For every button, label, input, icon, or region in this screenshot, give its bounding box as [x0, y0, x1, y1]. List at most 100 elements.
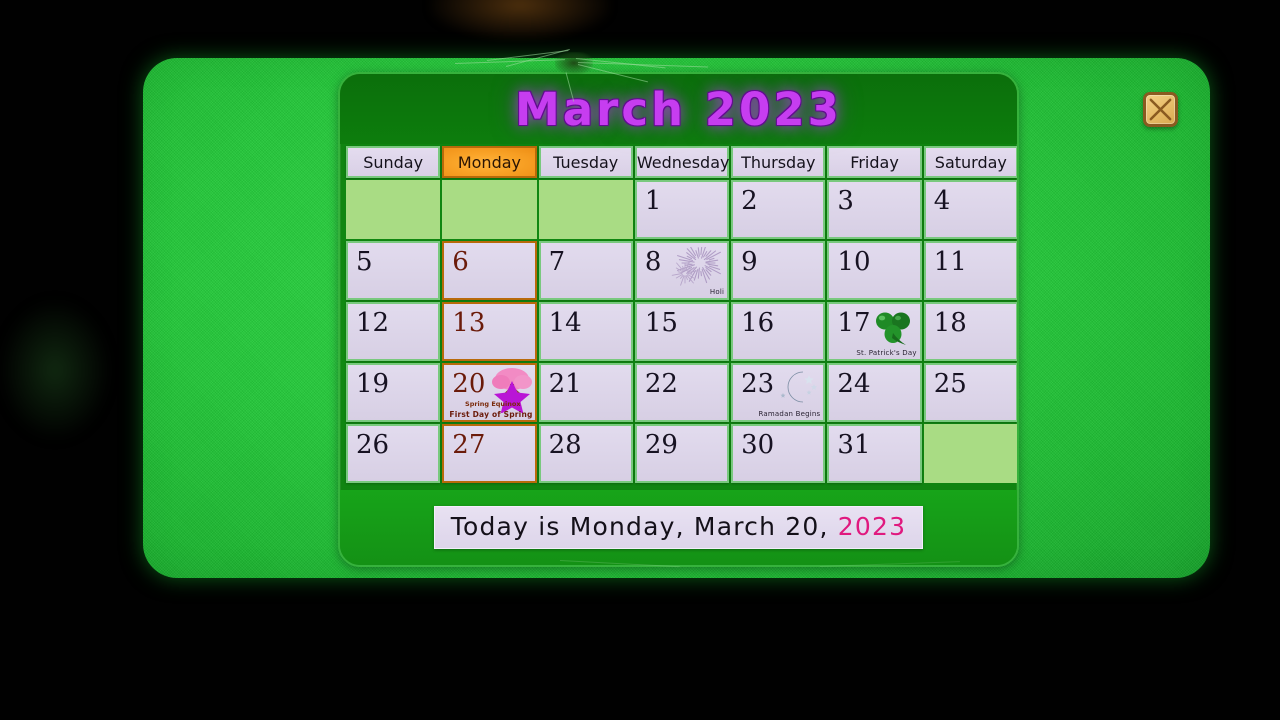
calendar-day-cell-16[interactable]: 16	[731, 302, 826, 361]
close-button[interactable]	[1143, 92, 1178, 127]
day-number: 20	[452, 369, 486, 399]
day-number: 19	[356, 369, 390, 399]
holiday-label: Ramadan Begins	[758, 410, 821, 418]
crescent-moon-icon	[773, 369, 821, 405]
calendar-cell-empty	[923, 424, 1017, 483]
day-number: 5	[356, 247, 373, 277]
calendar-week-row: 1 2 3 4	[346, 180, 1017, 239]
calendar-grid-body: 1 2 3 4 5 6 7 8 Holi 9 10 11 12 13 14 15 16 17 St. Patrick…	[346, 180, 1017, 483]
ambient-glow-top	[430, 0, 610, 40]
calendar-day-cell-18[interactable]: 18	[923, 302, 1017, 361]
today-text: Today is Monday, March 20,	[450, 512, 838, 541]
holiday-sublabel: Spring Equinox	[465, 400, 521, 408]
today-year: 2023	[837, 512, 907, 541]
holiday-label: Holi	[709, 288, 725, 296]
day-number: 6	[452, 247, 469, 277]
day-number: 7	[548, 247, 566, 277]
calendar-day-cell-19[interactable]: 19	[346, 363, 441, 422]
calendar-day-cell-5[interactable]: 5	[346, 241, 441, 300]
holiday-label: St. Patrick's Day	[856, 349, 917, 357]
calendar-day-cell-12[interactable]: 12	[346, 302, 441, 361]
day-number: 3	[837, 186, 854, 216]
title-bar: March 2023	[340, 74, 1017, 144]
calendar-day-cell-27[interactable]: 27	[442, 424, 537, 483]
day-number: 4	[933, 186, 951, 216]
app-outer-panel: March 2023 Sunday Monday Tuesday Wednesd…	[143, 58, 1210, 578]
calendar-day-cell-4[interactable]: 4	[923, 180, 1017, 239]
day-number: 17	[837, 308, 871, 338]
calendar-day-cell-30[interactable]: 30	[731, 424, 826, 483]
day-number: 13	[452, 308, 486, 338]
day-number: 12	[356, 308, 390, 338]
calendar-week-row: 5 6 7 8 Holi 9 10 11	[346, 241, 1017, 300]
calendar-day-cell-1[interactable]: 1	[634, 180, 730, 239]
calendar-day-cell-26[interactable]: 26	[346, 424, 441, 483]
calendar-day-cell-8[interactable]: 8 Holi	[634, 241, 730, 300]
calendar-day-cell-24[interactable]: 24	[827, 363, 922, 422]
day-number: 22	[644, 369, 678, 399]
day-header-saturday[interactable]: Saturday	[923, 146, 1017, 178]
today-banner: Today is Monday, March 20, 2023	[433, 506, 924, 549]
day-number: 11	[933, 247, 967, 277]
day-header-monday[interactable]: Monday	[442, 146, 537, 178]
day-number: 26	[356, 430, 390, 460]
calendar-day-cell-23[interactable]: 23 Ramadan Begins	[731, 363, 826, 422]
day-number: 27	[452, 430, 486, 460]
calendar-day-cell-15[interactable]: 15	[634, 302, 730, 361]
photo-of-display: March 2023 Sunday Monday Tuesday Wednesd…	[0, 0, 1280, 720]
calendar-day-cell-31[interactable]: 31	[827, 424, 922, 483]
day-number: 23	[741, 369, 775, 399]
shamrock-icon	[871, 309, 915, 349]
calendar-day-cell-22[interactable]: 22	[634, 363, 730, 422]
day-number: 1	[644, 186, 662, 216]
calendar-day-cell-11[interactable]: 11	[923, 241, 1017, 300]
ambient-glow-left	[0, 300, 110, 440]
status-bar: Today is Monday, March 20, 2023	[340, 490, 1017, 565]
calendar-day-cell-13[interactable]: 13	[442, 302, 537, 361]
page-title: March 2023	[515, 82, 842, 136]
calendar-day-cell-7[interactable]: 7	[538, 241, 633, 300]
day-header-row: Sunday Monday Tuesday Wednesday Thursday…	[346, 146, 1017, 178]
day-header-thursday[interactable]: Thursday	[731, 146, 826, 178]
day-number: 16	[741, 308, 775, 338]
calendar-cell-empty	[346, 180, 441, 239]
day-header-wednesday[interactable]: Wednesday	[634, 146, 729, 178]
day-header-sunday[interactable]: Sunday	[346, 146, 441, 178]
calendar-day-cell-3[interactable]: 3	[827, 180, 922, 239]
day-number: 30	[741, 430, 775, 460]
calendar-week-row: 12 13 14 15 16 17 St. Patrick's Day 18	[346, 302, 1017, 361]
calendar-day-cell-10[interactable]: 10	[827, 241, 922, 300]
firework-icon	[669, 242, 725, 287]
calendar-day-cell-6[interactable]: 6	[442, 241, 537, 300]
calendar-window: March 2023 Sunday Monday Tuesday Wednesd…	[338, 72, 1019, 567]
calendar-grid-wrapper: Sunday Monday Tuesday Wednesday Thursday…	[342, 144, 1017, 485]
day-number: 25	[933, 369, 967, 399]
calendar-day-cell-17[interactable]: 17 St. Patrick's Day	[827, 302, 922, 361]
calendar-day-cell-9[interactable]: 9	[731, 241, 826, 300]
day-number: 10	[837, 247, 871, 277]
day-number: 18	[933, 308, 967, 338]
calendar-day-cell-29[interactable]: 29	[634, 424, 730, 483]
calendar-week-row: 19 20 Spring Equinox First Day of Spring 21 2…	[346, 363, 1017, 422]
calendar-day-cell-28[interactable]: 28	[538, 424, 633, 483]
day-number: 9	[741, 247, 758, 277]
calendar-day-cell-21[interactable]: 21	[538, 363, 633, 422]
day-header-friday[interactable]: Friday	[827, 146, 922, 178]
day-number: 24	[837, 369, 871, 399]
calendar-cell-empty	[442, 180, 537, 239]
calendar-day-cell-14[interactable]: 14	[538, 302, 633, 361]
day-header-tuesday[interactable]: Tuesday	[538, 146, 633, 178]
calendar-day-cell-20[interactable]: 20 Spring Equinox First Day of Spring	[442, 363, 537, 422]
calendar-grid: Sunday Monday Tuesday Wednesday Thursday…	[344, 144, 1017, 485]
day-number: 15	[644, 308, 678, 338]
day-number: 2	[741, 186, 758, 216]
calendar-cell-empty	[538, 180, 633, 239]
close-x-icon	[1149, 98, 1172, 121]
calendar-day-cell-25[interactable]: 25	[923, 363, 1017, 422]
day-number: 29	[644, 430, 678, 460]
day-number: 31	[837, 430, 871, 460]
day-number: 14	[548, 308, 582, 338]
calendar-day-cell-2[interactable]: 2	[731, 180, 826, 239]
holiday-label: First Day of Spring	[449, 410, 533, 419]
day-number: 28	[548, 430, 582, 460]
